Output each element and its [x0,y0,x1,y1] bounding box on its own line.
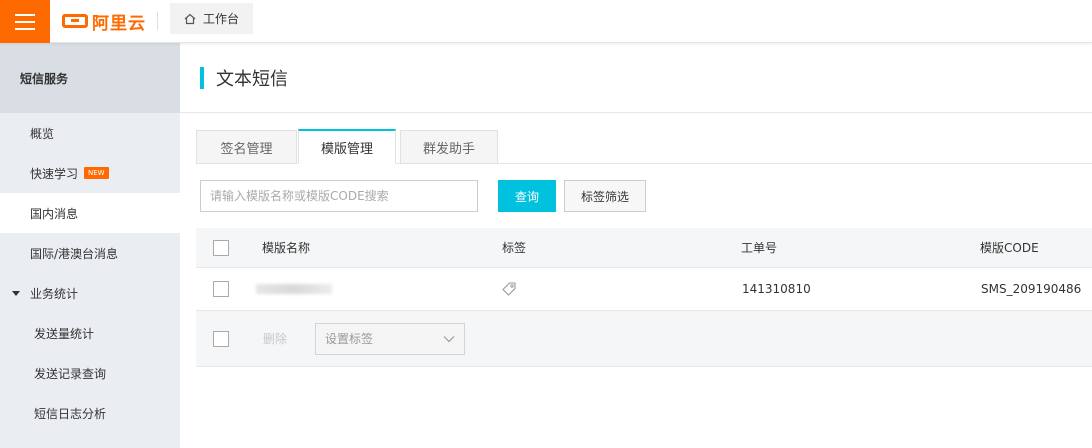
sidebar-title: 短信服务 [0,43,180,113]
sidebar-item-label: 业务统计 [30,286,79,301]
sidebar: 短信服务 概览 快速学习 NEW 国内消息 国际/港澳台消息 业务统计 发送量统… [0,43,180,448]
tab-bar: 签名管理 模版管理 群发助手 [196,129,1092,164]
tab-bulk-send-assistant[interactable]: 群发助手 [400,130,498,164]
menu-line-icon [15,13,35,16]
table-footer-actions: 删除 设置标签 [196,311,1092,367]
chevron-down-icon [443,335,455,342]
order-number: 141310810 [742,282,811,296]
title-accent-bar [200,66,204,89]
workbench-button[interactable]: 工作台 [170,3,253,34]
tab-label: 群发助手 [422,141,475,157]
row-checkbox[interactable] [213,281,229,297]
top-navigation-bar: 阿里云 工作台 [0,0,1092,43]
column-header-order-no: 工单号 [741,240,778,255]
tab-label: 签名管理 [220,141,273,157]
sidebar-item-label: 概览 [30,126,55,141]
hamburger-menu-button[interactable] [0,0,50,43]
table-header: 模版名称 标签 工单号 模版CODE [196,228,1092,268]
set-tag-placeholder: 设置标签 [325,332,374,346]
sidebar-item-send-volume-stats[interactable]: 发送量统计 [0,313,180,353]
main-content: 文本短信 签名管理 模版管理 群发助手 查询 标签筛选 模版名称 标签 工单号 … [180,43,1092,448]
footer-select-all-checkbox[interactable] [213,330,229,347]
divider [157,12,158,30]
redacted-template-name [256,284,332,294]
tab-signature-management[interactable]: 签名管理 [196,130,297,164]
select-all-checkbox[interactable] [213,239,229,256]
logo-text: 阿里云 [92,13,146,34]
workbench-label: 工作台 [202,12,239,26]
tag-icon[interactable] [501,281,517,297]
caret-down-icon [12,290,20,296]
sidebar-item-label: 国际/港澳台消息 [30,246,119,261]
sidebar-item-sms-log-analysis[interactable]: 短信日志分析 [0,393,180,433]
aliyun-logo-icon [62,14,88,28]
new-badge: NEW [84,167,109,179]
column-header-tag: 标签 [502,240,527,255]
delete-button[interactable]: 删除 [253,324,297,354]
sidebar-item-label: 国内消息 [30,206,79,221]
tag-filter-button[interactable]: 标签筛选 [564,180,646,212]
column-header-template-code: 模版CODE [980,240,1039,255]
template-table: 模版名称 标签 工单号 模版CODE 141310810 SMS_2091904… [196,228,1092,367]
menu-line-icon [15,20,35,23]
column-header-template-name: 模版名称 [262,240,311,255]
page-header: 文本短信 [180,43,1092,113]
template-code: SMS_209190486 [981,282,1082,296]
query-button[interactable]: 查询 [498,180,556,212]
tab-label: 模版管理 [320,141,373,157]
sidebar-item-label: 短信日志分析 [34,406,107,421]
menu-line-icon [15,27,35,30]
set-tag-select[interactable]: 设置标签 [315,322,465,355]
template-search-input[interactable] [200,180,478,212]
sidebar-item-send-record-query[interactable]: 发送记录查询 [0,353,180,393]
table-row: 141310810 SMS_209190486 [196,268,1092,311]
sidebar-item-international-messages[interactable]: 国际/港澳台消息 [0,233,180,273]
aliyun-logo[interactable]: 阿里云 [62,10,146,34]
home-icon [184,13,196,24]
sidebar-item-overview[interactable]: 概览 [0,113,180,153]
page-title: 文本短信 [216,68,288,90]
sidebar-group-business-stats[interactable]: 业务统计 [0,273,180,313]
sidebar-item-domestic-messages[interactable]: 国内消息 [0,193,180,233]
tab-template-management[interactable]: 模版管理 [298,129,396,164]
sidebar-item-quick-learn[interactable]: 快速学习 NEW [0,153,180,193]
sidebar-item-label: 发送记录查询 [34,366,107,381]
sidebar-item-label: 发送量统计 [34,326,95,341]
sidebar-item-label: 快速学习 [30,166,79,181]
